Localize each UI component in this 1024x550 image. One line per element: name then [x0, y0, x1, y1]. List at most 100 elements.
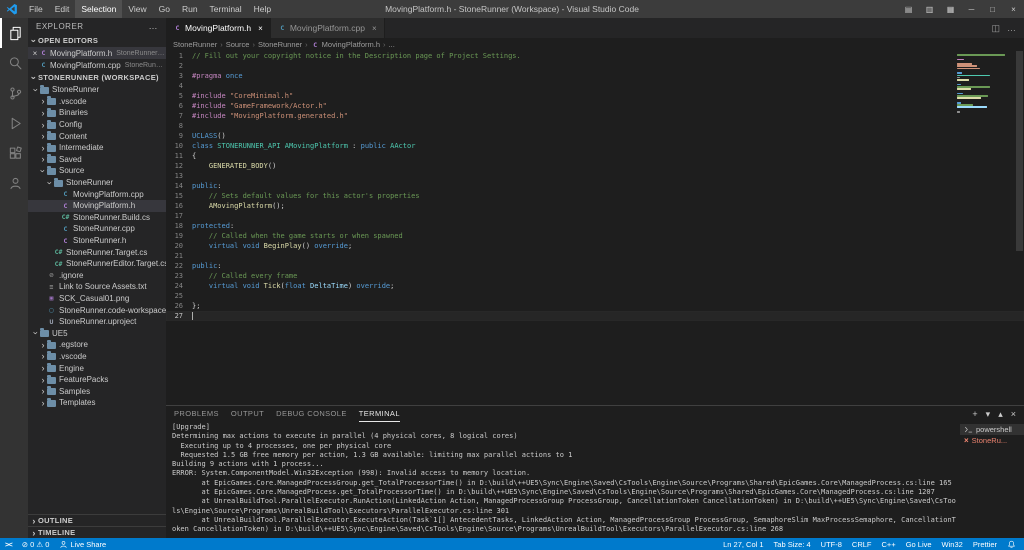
panel-tab-terminal[interactable]: TERMINAL	[359, 406, 400, 422]
split-editor-icon[interactable]: ◫	[991, 23, 1000, 34]
activity-run-debug-icon[interactable]	[0, 108, 28, 138]
code-line-8[interactable]: 8	[166, 121, 1024, 131]
code-line-17[interactable]: 17	[166, 211, 1024, 221]
menu-file[interactable]: File	[23, 0, 49, 18]
activity-live-share-icon[interactable]	[0, 168, 28, 198]
minimap[interactable]	[957, 54, 1013, 116]
code-line-6[interactable]: 6#include "GameFramework/Actor.h"	[166, 101, 1024, 111]
code-line-2[interactable]: 2	[166, 61, 1024, 71]
panel-tab-output[interactable]: OUTPUT	[231, 406, 264, 422]
tree-item-config[interactable]: ›Config	[28, 119, 166, 131]
panel-tab-debug-console[interactable]: DEBUG CONSOLE	[276, 406, 347, 422]
code-line-12[interactable]: 12 GENERATED_BODY()	[166, 161, 1024, 171]
tree-item-featurepacks[interactable]: ›FeaturePacks	[28, 374, 166, 386]
section-timeline[interactable]: ›TIMELINE	[28, 526, 166, 538]
remote-indicator[interactable]: ><	[0, 538, 17, 550]
open-editor-movingplatform-cpp[interactable]: CMovingPlatform.cppStoneRunner ...	[28, 59, 166, 71]
indentation-status[interactable]: Tab Size: 4	[769, 538, 816, 550]
tree-item-stonerunner-uproject[interactable]: ›UStoneRunner.uproject	[28, 316, 166, 328]
encoding-status[interactable]: UTF-8	[816, 538, 847, 550]
tree-item-ue5[interactable]: ›UE5	[28, 327, 166, 339]
code-line-23[interactable]: 23 // Called every frame	[166, 271, 1024, 281]
open-editors-header[interactable]: › OPEN EDITORS	[28, 34, 166, 47]
close-tab-icon[interactable]: ×	[372, 24, 377, 33]
tree-item-sck-casual01-png[interactable]: ›▣SCK_Casual01.png	[28, 293, 166, 305]
code-line-24[interactable]: 24 virtual void Tick(float DeltaTime) ov…	[166, 281, 1024, 291]
tree-item-vscode[interactable]: ›.vscode	[28, 351, 166, 363]
tree-item-content[interactable]: ›Content	[28, 130, 166, 142]
code-line-18[interactable]: 18protected:	[166, 221, 1024, 231]
breadcrumb-item-stonerunner[interactable]: StoneRunner	[173, 40, 217, 49]
layout-sidebar-button[interactable]: ▤	[898, 0, 919, 18]
more-actions-icon[interactable]: …	[1007, 23, 1016, 33]
terminal-instance-stoneru[interactable]: ×StoneRu...	[960, 435, 1024, 446]
prettier-status[interactable]: Prettier	[968, 538, 1002, 550]
code-line-4[interactable]: 4	[166, 81, 1024, 91]
menu-go[interactable]: Go	[153, 0, 176, 18]
breadcrumb-item-more[interactable]: ...	[389, 40, 395, 49]
tree-item-engine[interactable]: ›Engine	[28, 362, 166, 374]
tree-item-stonerunner-code-workspace[interactable]: ›▢StoneRunner.code-workspace	[28, 304, 166, 316]
code-line-10[interactable]: 10class STONERUNNER_API AMovingPlatform …	[166, 141, 1024, 151]
code-line-26[interactable]: 26};	[166, 301, 1024, 311]
go-live-status[interactable]: Go Live	[901, 538, 937, 550]
code-line-16[interactable]: 16 AMovingPlatform();	[166, 201, 1024, 211]
code-line-20[interactable]: 20 virtual void BeginPlay() override;	[166, 241, 1024, 251]
activity-explorer-icon[interactable]	[0, 18, 28, 48]
tree-item-movingplatform-h[interactable]: ›CMovingPlatform.h	[28, 200, 166, 212]
code-editor[interactable]: 1// Fill out your copyright notice in th…	[166, 51, 1024, 405]
code-line-25[interactable]: 25	[166, 291, 1024, 301]
tree-item-source[interactable]: ›Source	[28, 165, 166, 177]
terminal-dropdown-icon[interactable]: ▾	[986, 409, 991, 420]
layout-customize-button[interactable]: ▦	[940, 0, 961, 18]
close-panel-icon[interactable]: ×	[1011, 409, 1016, 419]
code-line-11[interactable]: 11{	[166, 151, 1024, 161]
layout-panel-button[interactable]: ▥	[919, 0, 940, 18]
close-button[interactable]: ×	[1003, 0, 1024, 18]
menu-selection[interactable]: Selection	[75, 0, 122, 18]
eol-status[interactable]: CRLF	[847, 538, 877, 550]
platform-status[interactable]: Win32	[937, 538, 968, 550]
menu-edit[interactable]: Edit	[49, 0, 76, 18]
close-editor-icon[interactable]: ×	[31, 49, 39, 58]
code-line-22[interactable]: 22public:	[166, 261, 1024, 271]
tab-movingplatform-h[interactable]: CMovingPlatform.h×	[166, 18, 271, 38]
tree-item-intermediate[interactable]: ›Intermediate	[28, 142, 166, 154]
tree-item-stonerunner-cpp[interactable]: ›CStoneRunner.cpp	[28, 223, 166, 235]
code-line-3[interactable]: 3#pragma once	[166, 71, 1024, 81]
tree-item-link-to-source-assets-txt[interactable]: ›≡Link to Source Assets.txt	[28, 281, 166, 293]
tree-item-vscode[interactable]: ›.vscode	[28, 96, 166, 108]
maximize-panel-icon[interactable]: ▴	[998, 409, 1003, 420]
code-line-1[interactable]: 1// Fill out your copyright notice in th…	[166, 51, 1024, 61]
code-line-14[interactable]: 14public:	[166, 181, 1024, 191]
section-outline[interactable]: ›OUTLINE	[28, 514, 166, 526]
tree-item-stonerunner[interactable]: ›StoneRunner	[28, 84, 166, 96]
tree-item-stonerunner[interactable]: ›StoneRunner	[28, 177, 166, 189]
terminal-output[interactable]: [Upgrade]Determining max actions to exec…	[166, 422, 960, 538]
tree-item-binaries[interactable]: ›Binaries	[28, 107, 166, 119]
tree-item-movingplatform-cpp[interactable]: ›CMovingPlatform.cpp	[28, 188, 166, 200]
terminal-instance-powershell[interactable]: powershell	[960, 424, 1024, 435]
code-line-13[interactable]: 13	[166, 171, 1024, 181]
code-line-5[interactable]: 5#include "CoreMinimal.h"	[166, 91, 1024, 101]
notifications-status[interactable]	[1002, 538, 1021, 550]
activity-source-control-icon[interactable]	[0, 78, 28, 108]
activity-extensions-icon[interactable]	[0, 138, 28, 168]
tree-item-stonerunner-build-cs[interactable]: ›C#StoneRunner.Build.cs	[28, 212, 166, 224]
tree-item-egstore[interactable]: ›.egstore	[28, 339, 166, 351]
tree-item-saved[interactable]: ›Saved	[28, 154, 166, 166]
menu-view[interactable]: View	[122, 0, 152, 18]
problems-status[interactable]: ⊘ 0 ⚠ 0	[17, 538, 55, 550]
code-line-7[interactable]: 7#include "MovingPlatform.generated.h"	[166, 111, 1024, 121]
panel-tab-problems[interactable]: PROBLEMS	[174, 406, 219, 422]
code-line-19[interactable]: 19 // Called when the game starts or whe…	[166, 231, 1024, 241]
menu-help[interactable]: Help	[248, 0, 277, 18]
code-line-15[interactable]: 15 // Sets default values for this actor…	[166, 191, 1024, 201]
breadcrumb-item-stonerunner[interactable]: StoneRunner	[258, 40, 302, 49]
breadcrumb-item-source[interactable]: Source	[226, 40, 250, 49]
minimize-button[interactable]: ─	[961, 0, 982, 18]
language-mode-status[interactable]: C++	[877, 538, 901, 550]
new-terminal-icon[interactable]: +	[972, 409, 977, 419]
cursor-position-status[interactable]: Ln 27, Col 1	[718, 538, 768, 550]
more-actions-icon[interactable]: …	[149, 21, 159, 31]
